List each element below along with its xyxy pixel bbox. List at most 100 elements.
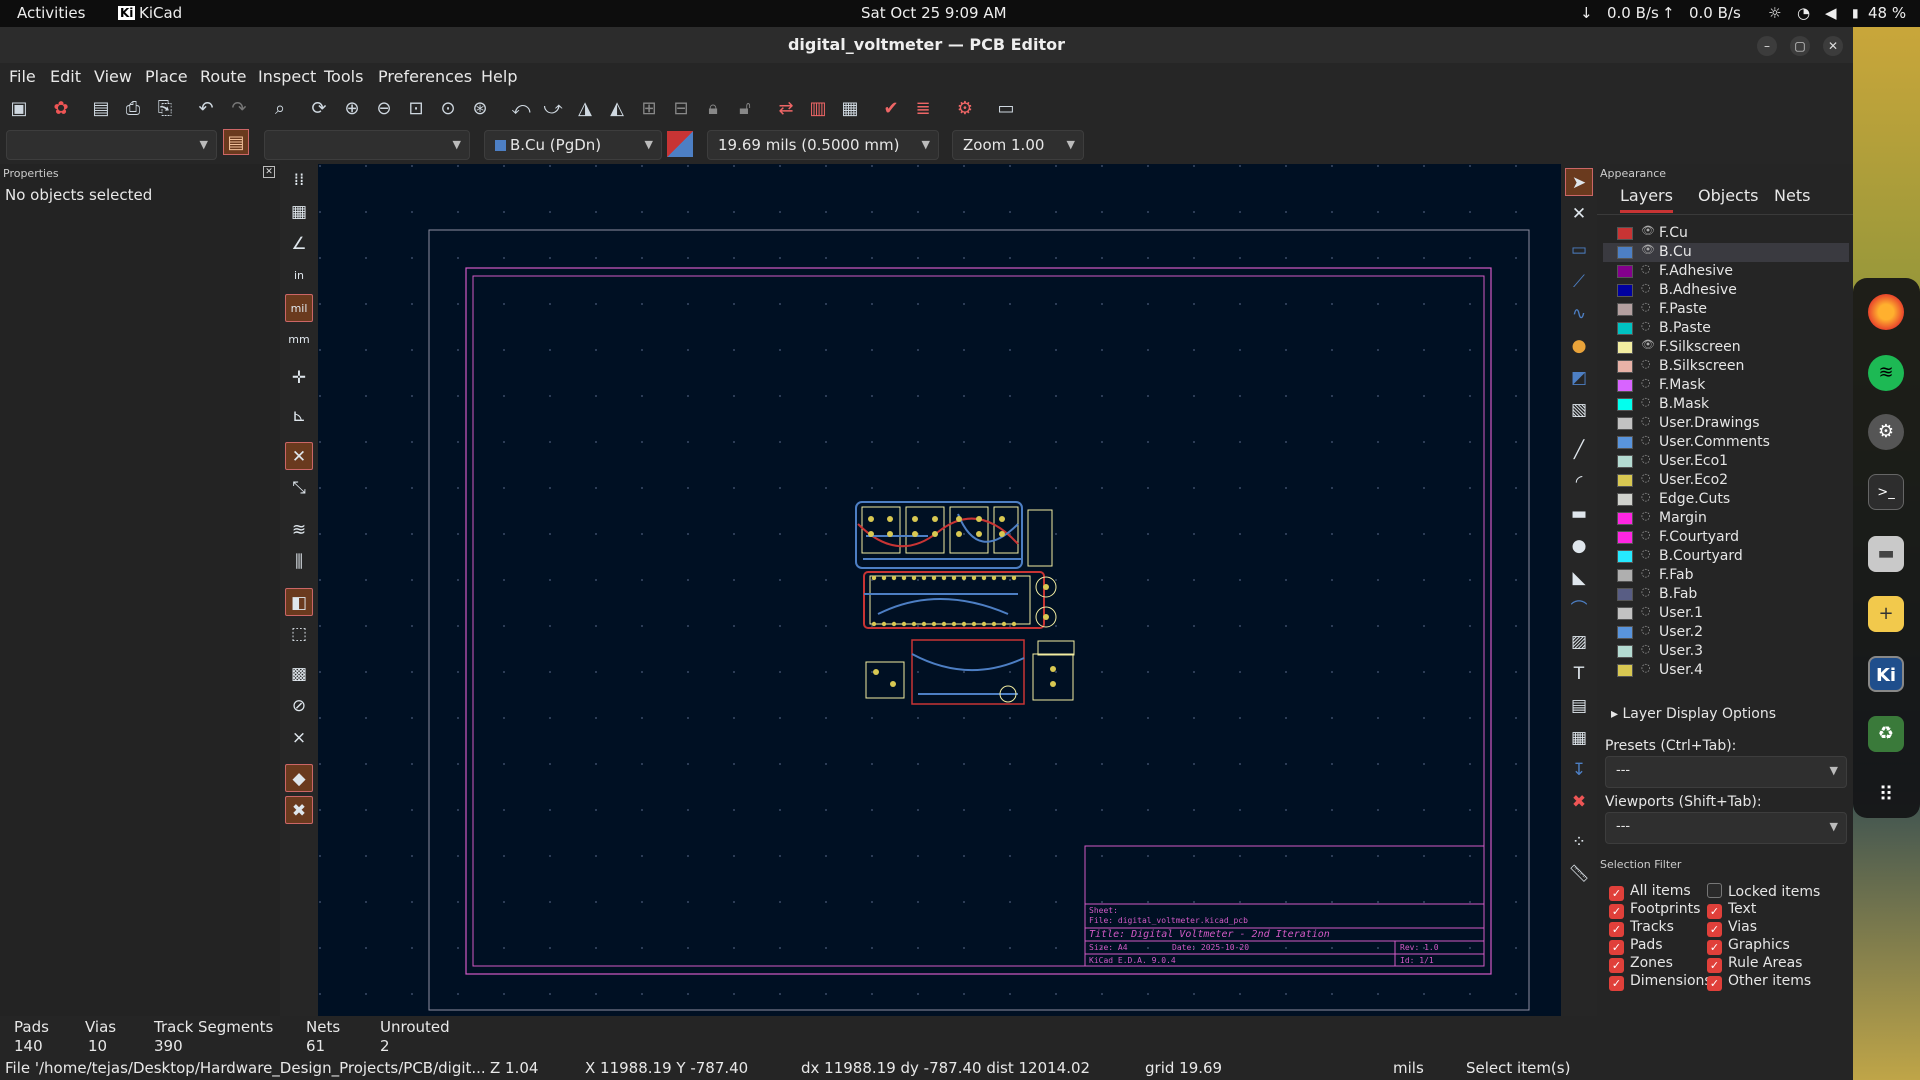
active-layer-select[interactable]: B.Cu (PgDn) ▼ [484, 130, 662, 160]
draw-circle-icon[interactable]: ● [1565, 532, 1593, 560]
layer-color-swatch[interactable] [1617, 265, 1633, 278]
layer-row-f-cu[interactable]: 👁︎ F.Cu [1603, 224, 1849, 243]
minimize-icon[interactable]: – [1757, 36, 1777, 56]
tab-layers[interactable]: Layers [1620, 186, 1673, 213]
add-textbox-icon[interactable]: ▤ [1565, 692, 1593, 720]
ratsnest-icon[interactable]: ✕ [285, 442, 313, 470]
menu-preferences[interactable]: Preferences [378, 67, 472, 86]
filter-all-items[interactable]: ✓ All items [1609, 883, 1691, 901]
checkbox-icon[interactable]: ✓ [1609, 976, 1624, 991]
board-setup-icon[interactable]: ✿ [48, 96, 74, 122]
select-cursor-icon[interactable]: ➤ [1565, 168, 1593, 196]
layer-row-f-fab[interactable]: ◌ F.Fab [1603, 566, 1849, 585]
tab-objects[interactable]: Objects [1698, 186, 1758, 205]
drc-icon[interactable]: ✔ [878, 96, 904, 122]
menu-tools[interactable]: Tools [324, 67, 363, 86]
wifi-icon[interactable]: ◔ [1797, 4, 1810, 22]
add-footprint-icon[interactable]: ▭ [1565, 236, 1593, 264]
eye-off-icon[interactable]: ◌ [1641, 490, 1651, 503]
filter-pads[interactable]: ✓ Pads [1609, 937, 1663, 955]
checkbox-icon[interactable]: ✓ [1707, 940, 1722, 955]
trash-icon[interactable]: ♻ [1868, 716, 1904, 752]
layer-row-b-fab[interactable]: ◌ B.Fab [1603, 585, 1849, 604]
text-editor-icon[interactable]: + [1868, 596, 1904, 632]
draw-arc-icon[interactable]: ◜ [1565, 468, 1593, 496]
via-size-select[interactable]: ▼ [264, 130, 470, 160]
save-icon[interactable]: ▣ [6, 96, 32, 122]
rotate-cw-icon[interactable]: ⤻ [540, 96, 566, 122]
menu-edit[interactable]: Edit [50, 67, 81, 86]
pcb-canvas[interactable]: Sheet: File: digital_voltmeter.kicad_pcb… [318, 164, 1561, 1016]
eye-off-icon[interactable]: ◌ [1641, 509, 1651, 522]
eye-off-icon[interactable]: ◌ [1641, 376, 1651, 389]
eye-off-icon[interactable]: ◌ [1641, 566, 1651, 579]
layer-row-f-adhesive[interactable]: ◌ F.Adhesive [1603, 262, 1849, 281]
print-icon[interactable]: ⎙ [120, 96, 146, 122]
layer-color-swatch[interactable] [1617, 379, 1633, 392]
layer-color-swatch[interactable] [1617, 531, 1633, 544]
layer-color-swatch[interactable] [1617, 607, 1633, 620]
layer-color-swatch[interactable] [1617, 398, 1633, 411]
eye-off-icon[interactable]: ◌ [1641, 528, 1651, 541]
menu-place[interactable]: Place [145, 67, 188, 86]
unlock-icon[interactable]: 🔓︎ [732, 96, 758, 122]
net-colors-icon[interactable]: ≋ [285, 516, 313, 544]
polar-coords-icon[interactable]: ∠ [285, 230, 313, 258]
maximize-icon[interactable]: ▢ [1790, 36, 1810, 56]
grid-toggle-icon[interactable]: ⁞⁞ [285, 166, 313, 194]
eye-off-icon[interactable]: ◌ [1641, 452, 1651, 465]
track-width-select[interactable]: ▼ [6, 130, 217, 160]
filter-locked-items[interactable]: Locked items [1707, 883, 1820, 900]
spotify-icon[interactable]: ≋ [1868, 355, 1904, 391]
layer-row-user-4[interactable]: ◌ User.4 [1603, 661, 1849, 680]
pad-sketch-icon[interactable]: ▩ [285, 660, 313, 688]
eye-off-icon[interactable]: ◌ [1641, 471, 1651, 484]
layer-row-b-adhesive[interactable]: ◌ B.Adhesive [1603, 281, 1849, 300]
zoom-out-icon[interactable]: ⊖ [371, 96, 397, 122]
layer-color-swatch[interactable] [1617, 493, 1633, 506]
grid-origin-icon[interactable]: ⁘ [1565, 828, 1593, 856]
zoom-selection-icon[interactable]: ⊛ [467, 96, 493, 122]
layer-color-swatch[interactable] [1617, 474, 1633, 487]
route-track-icon[interactable]: ⟋ [1565, 268, 1593, 296]
layer-row-b-mask[interactable]: ◌ B.Mask [1603, 395, 1849, 414]
menu-view[interactable]: View [94, 67, 132, 86]
grid-select[interactable]: 19.69 mils (0.5000 mm) ▼ [707, 130, 939, 160]
undo-icon[interactable]: ↶ [193, 96, 219, 122]
zoom-select[interactable]: Zoom 1.00 ▼ [952, 130, 1084, 160]
checkbox-icon[interactable]: ✓ [1707, 904, 1722, 919]
custom-track-width-icon[interactable]: ▤ [223, 129, 249, 155]
layer-row-user-1[interactable]: ◌ User.1 [1603, 604, 1849, 623]
app-menu-label[interactable]: KiCad [139, 4, 182, 22]
battery-level[interactable]: 48 % [1868, 4, 1906, 22]
local-ratsnest-icon[interactable]: ✕ [1565, 200, 1593, 228]
filter-graphics[interactable]: ✓ Graphics [1707, 937, 1790, 955]
layer-color-swatch[interactable] [1617, 664, 1633, 677]
checkbox-icon[interactable]: ✓ [1609, 886, 1624, 901]
rule-area-icon[interactable]: ▧ [1565, 396, 1593, 424]
layer-color-swatch[interactable] [1617, 455, 1633, 468]
draw-polygon-icon[interactable]: ◣ [1565, 564, 1593, 592]
app-grid-icon[interactable]: ⠿ [1868, 776, 1904, 812]
filter-tracks[interactable]: ✓ Tracks [1609, 919, 1674, 937]
battery-icon[interactable]: ▮ [1852, 6, 1859, 20]
draw-bezier-icon[interactable]: ⌒ [1565, 596, 1593, 624]
ungroup-icon[interactable]: ⊟ [668, 96, 694, 122]
checkbox-icon[interactable]: ✓ [1707, 922, 1722, 937]
layer-row-b-cu[interactable]: 👁︎ B.Cu [1603, 243, 1849, 262]
redo-icon[interactable]: ↷ [226, 96, 252, 122]
eye-off-icon[interactable]: ◌ [1641, 281, 1651, 294]
layer-row-user-eco2[interactable]: ◌ User.Eco2 [1603, 471, 1849, 490]
mirror-icon[interactable]: ◭ [604, 96, 630, 122]
layer-row-edge-cuts[interactable]: ◌ Edge.Cuts [1603, 490, 1849, 509]
volume-icon[interactable]: ◀ [1825, 4, 1837, 22]
filter-dimensions[interactable]: ✓ Dimensions [1609, 973, 1712, 991]
checkbox-icon[interactable]: ✓ [1609, 904, 1624, 919]
board-stats-icon[interactable]: ≣ [910, 96, 936, 122]
layer-row-user-2[interactable]: ◌ User.2 [1603, 623, 1849, 642]
viewports-select[interactable]: --- ▼ [1605, 812, 1847, 844]
clock[interactable]: Sat Oct 25 9:09 AM [861, 4, 1007, 22]
firefox-icon[interactable] [1868, 294, 1904, 330]
add-text-icon[interactable]: T [1565, 660, 1593, 688]
layer-row-user-drawings[interactable]: ◌ User.Drawings [1603, 414, 1849, 433]
